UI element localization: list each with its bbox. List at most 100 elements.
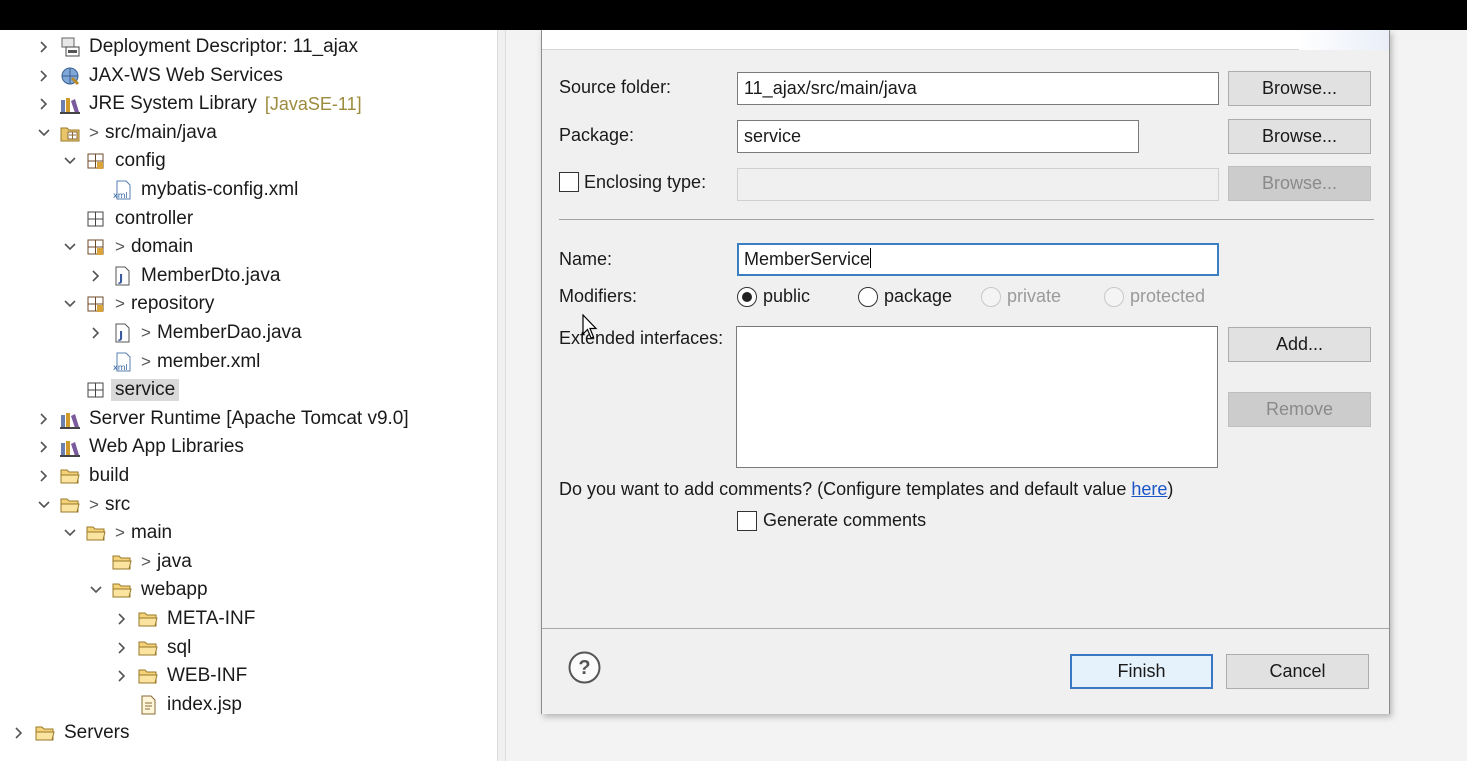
package-field[interactable]: service — [737, 120, 1139, 153]
tree-item-label: member.xml — [156, 350, 261, 372]
tree-item[interactable]: Deployment Descriptor: 11_ajax — [37, 33, 358, 61]
changed-indicator: > — [115, 294, 125, 314]
modifier-package-radio[interactable] — [858, 287, 878, 307]
modifier-public-radio[interactable] — [737, 287, 757, 307]
tree-item[interactable]: > domain — [63, 233, 193, 261]
tree-item[interactable]: Server Runtime [Apache Tomcat v9.0] — [37, 405, 409, 433]
finish-button[interactable]: Finish — [1070, 654, 1213, 689]
chevron-right-icon[interactable] — [37, 97, 51, 111]
tree-item-label: JAX-WS Web Services — [89, 64, 283, 86]
add-interface-button[interactable]: Add... — [1228, 327, 1371, 362]
help-button[interactable]: ? — [568, 651, 601, 684]
tree-item[interactable]: JRE System Library [JavaSE-11] — [37, 90, 362, 118]
tree-item[interactable]: Servers — [12, 719, 129, 747]
tree-item[interactable]: xml mybatis-config.xml — [89, 176, 298, 204]
tree-item-label: java — [156, 550, 192, 572]
text-caret — [870, 248, 872, 268]
name-value: MemberService — [744, 249, 871, 269]
tree-item-label: Servers — [64, 722, 130, 744]
modifier-package-label: package — [884, 286, 953, 306]
tree-item-label: src/main/java — [104, 121, 217, 143]
tree-item[interactable]: JAX-WS Web Services — [37, 62, 283, 90]
chevron-right-icon[interactable] — [89, 269, 103, 283]
tree-item-label: sql — [167, 636, 192, 658]
enclosing-type-checkbox[interactable] — [559, 172, 579, 192]
changed-indicator: > — [89, 494, 99, 514]
source-folder-icon — [59, 122, 81, 144]
folder-icon — [137, 665, 159, 687]
tree-item[interactable]: sql — [115, 634, 191, 662]
tree-item[interactable]: build — [37, 462, 129, 490]
view-divider[interactable] — [497, 30, 506, 761]
chevron-right-icon[interactable] — [115, 669, 129, 683]
chevron-right-icon[interactable] — [89, 326, 103, 340]
chevron-right-icon[interactable] — [37, 440, 51, 454]
tree-item-label: src — [104, 493, 131, 515]
header-decoration — [1299, 30, 1389, 50]
tree-item-label: config — [115, 150, 166, 172]
package-icon — [85, 236, 107, 258]
comments-question-text: Do you want to add comments? (Configure … — [559, 479, 1132, 499]
tree-item[interactable]: > repository — [63, 290, 214, 318]
chevron-right-icon[interactable] — [37, 40, 51, 54]
tree-item-label: Server Runtime [Apache Tomcat v9.0] — [89, 407, 409, 429]
java-file-icon: J — [111, 265, 133, 287]
chevron-down-icon[interactable] — [63, 154, 77, 168]
folder-icon — [59, 494, 81, 516]
tree-item[interactable]: webapp — [89, 576, 208, 604]
chevron-down-icon[interactable] — [37, 498, 51, 512]
extended-interfaces-list[interactable] — [736, 326, 1218, 468]
tree-item[interactable]: > src — [37, 491, 130, 519]
changed-indicator: > — [115, 523, 125, 543]
help-icon: ? — [568, 651, 601, 684]
tree-item[interactable]: service — [63, 376, 180, 404]
svg-text:J: J — [118, 329, 123, 342]
configure-templates-link[interactable]: here — [1131, 479, 1167, 499]
tree-item[interactable]: > java — [89, 548, 192, 576]
tree-item[interactable]: J > MemberDao.java — [89, 319, 302, 347]
chevron-right-icon[interactable] — [37, 469, 51, 483]
package-browse-button[interactable]: Browse... — [1228, 119, 1371, 154]
tree-item[interactable]: index.jsp — [115, 691, 242, 719]
chevron-down-icon[interactable] — [89, 583, 103, 597]
tree-item[interactable]: WEB-INF — [115, 662, 247, 690]
tree-item[interactable]: META-INF — [115, 605, 255, 633]
tree-item-label: webapp — [141, 579, 208, 601]
tree-item-label: controller — [115, 207, 194, 229]
tree-item[interactable]: > main — [63, 519, 172, 547]
package-label: Package: — [559, 125, 635, 145]
web-services-icon — [59, 65, 81, 87]
changed-indicator: > — [141, 323, 151, 342]
svg-text:xml: xml — [113, 191, 128, 200]
chevron-right-icon[interactable] — [115, 641, 129, 655]
tree-item[interactable]: controller — [63, 205, 193, 233]
chevron-down-icon[interactable] — [63, 240, 77, 254]
chevron-right-icon[interactable] — [37, 69, 51, 83]
tree-item[interactable]: config — [63, 147, 166, 175]
tree-item[interactable]: > src/main/java — [37, 119, 217, 147]
project-explorer[interactable]: Deployment Descriptor: 11_ajax JAX-WS Web… — [0, 30, 497, 761]
source-folder-field[interactable]: 11_ajax/src/main/java — [737, 72, 1219, 105]
empty-package-icon — [85, 379, 107, 401]
chevron-down-icon[interactable] — [63, 297, 77, 311]
tree-item-label: JRE System Library — [89, 93, 257, 115]
name-field[interactable]: MemberService — [737, 243, 1219, 276]
separator — [559, 219, 1374, 220]
source-folder-browse-button[interactable]: Browse... — [1228, 71, 1371, 106]
tree-item[interactable]: J MemberDto.java — [89, 262, 280, 290]
deployment-descriptor-icon — [59, 36, 81, 58]
generate-comments-checkbox[interactable] — [737, 511, 757, 531]
chevron-right-icon[interactable] — [115, 612, 129, 626]
folder-icon — [34, 722, 56, 744]
chevron-right-icon[interactable] — [12, 726, 26, 740]
chevron-right-icon[interactable] — [37, 412, 51, 426]
chevron-down-icon[interactable] — [63, 526, 77, 540]
tree-item[interactable]: xml > member.xml — [89, 348, 260, 376]
chevron-down-icon[interactable] — [37, 126, 51, 140]
cancel-button[interactable]: Cancel — [1226, 654, 1369, 689]
tree-item[interactable]: Web App Libraries — [37, 433, 244, 461]
comments-question-close: ) — [1167, 479, 1174, 499]
